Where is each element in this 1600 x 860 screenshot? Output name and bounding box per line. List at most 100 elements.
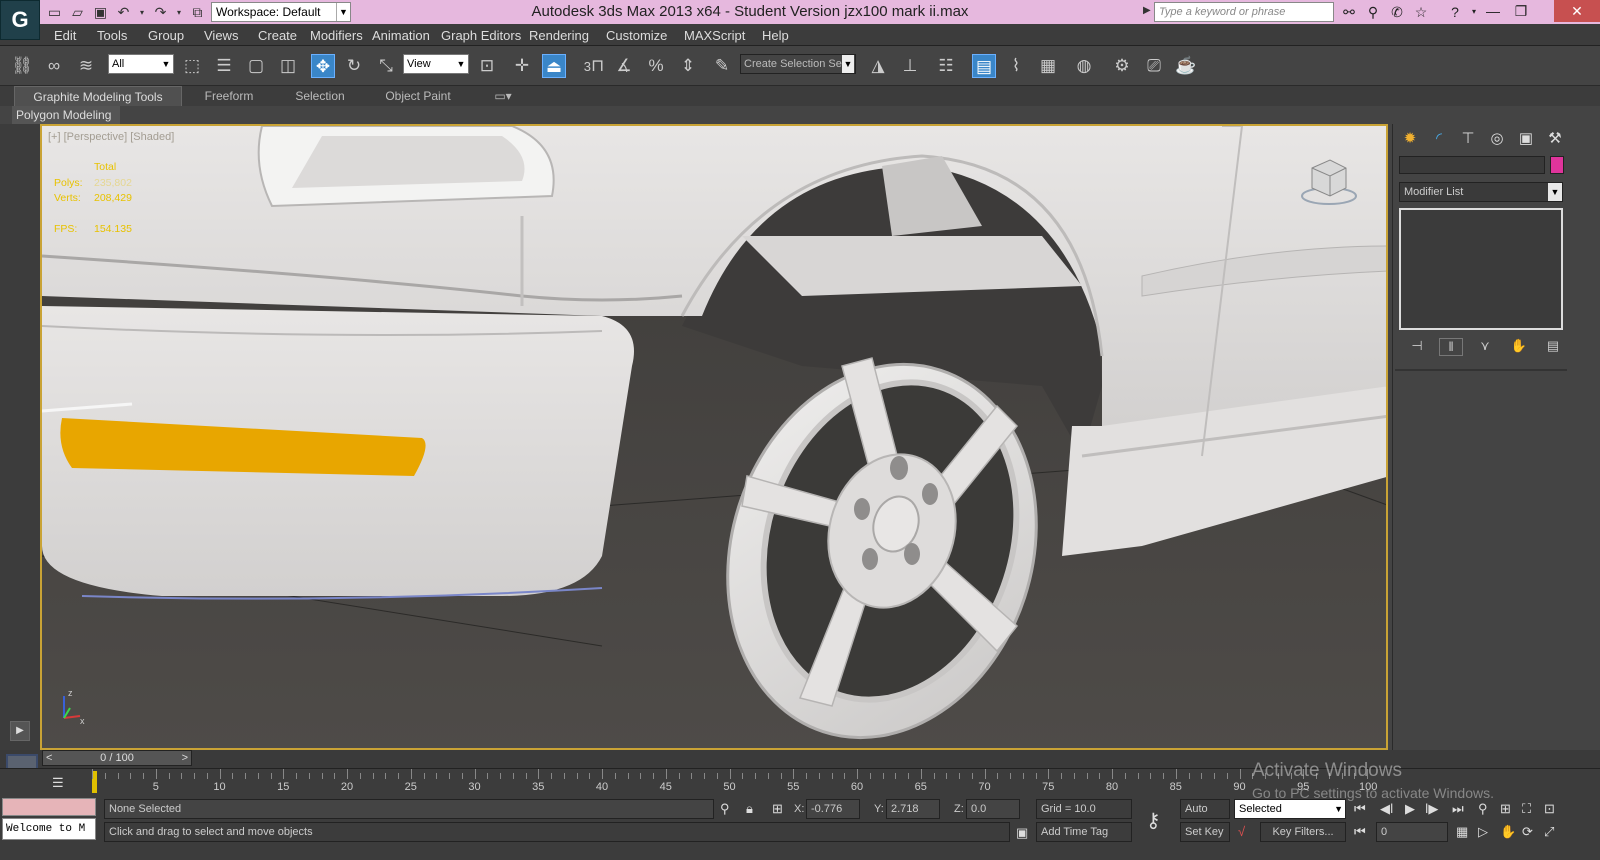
reference-coordinate-dropdown[interactable]: View ▼ — [403, 54, 469, 74]
next-frame-icon[interactable]: ǀ▶ — [1425, 801, 1438, 817]
binoculars-icon[interactable]: ⚯ — [1340, 3, 1358, 21]
render-setup-icon[interactable]: ⚙ — [1110, 54, 1134, 78]
pin-stack-icon[interactable]: ⊣ — [1405, 338, 1429, 356]
minimize-button[interactable]: — — [1478, 0, 1508, 22]
object-name-field[interactable] — [1399, 156, 1545, 174]
select-and-rotate-icon[interactable]: ↻ — [342, 54, 366, 78]
zoom-extents-icon[interactable]: ⛶ — [1522, 801, 1531, 817]
zoom-all-icon[interactable]: ⊞ — [1500, 801, 1511, 817]
zoom-icon[interactable]: ⚲ — [1478, 801, 1488, 817]
y-coordinate-field[interactable]: 2.718 — [886, 799, 940, 819]
x-coordinate-field[interactable]: -0.776 — [806, 799, 860, 819]
viewport-layout-toggle-icon[interactable]: ▶ — [10, 721, 30, 741]
undo-dropdown-icon[interactable]: ▾ — [138, 4, 146, 21]
selection-lock-icon[interactable]: 🔒︎ — [746, 801, 753, 817]
redo-icon[interactable]: ↷ — [152, 4, 169, 21]
app-menu-button[interactable]: G — [0, 0, 40, 40]
rendered-frame-window-icon[interactable]: ⎚ — [1142, 54, 1166, 78]
current-frame-field[interactable]: 0 — [1376, 822, 1448, 842]
favorites-star-icon[interactable]: ☆ — [1412, 3, 1430, 21]
subscription-icon[interactable]: ⚲ — [1364, 3, 1382, 21]
bind-space-warp-icon[interactable]: ≋ — [74, 54, 98, 78]
time-slider-prev-icon[interactable]: < — [46, 751, 52, 765]
menu-animation[interactable]: Animation — [372, 28, 430, 43]
help-dropdown-icon[interactable]: ▾ — [1470, 3, 1478, 21]
object-color-swatch[interactable] — [1550, 156, 1564, 174]
zoom-extents-all-icon[interactable]: ⊡ — [1544, 801, 1555, 817]
rectangular-selection-icon[interactable]: ▢ — [244, 54, 268, 78]
perspective-viewport[interactable]: [+] [Perspective] [Shaded] Total Polys: 2… — [40, 124, 1388, 750]
maxscript-mini-listener[interactable]: Welcome to M — [2, 818, 96, 840]
modify-tab-icon[interactable]: ◜ — [1428, 128, 1450, 150]
viewport-label-menu[interactable]: [+] [Perspective] [Shaded] — [48, 131, 174, 143]
modifier-list-dropdown[interactable]: Modifier List ▼ — [1399, 182, 1563, 202]
named-selection-set-dropdown[interactable]: Create Selection Se ▼ — [740, 54, 856, 74]
close-button[interactable]: ✕ — [1554, 0, 1600, 22]
project-folder-icon[interactable]: ⧉ — [189, 4, 206, 21]
link-icon[interactable]: ⛓ — [10, 54, 34, 78]
maximize-viewport-icon[interactable]: ⤢ — [1544, 824, 1554, 840]
schematic-view-icon[interactable]: ▦ — [1036, 54, 1060, 78]
go-to-end-icon[interactable]: ⏭ — [1452, 801, 1464, 817]
redo-dropdown-icon[interactable]: ▾ — [175, 4, 183, 21]
configure-modifier-sets-icon[interactable]: ▤ — [1541, 338, 1565, 356]
add-time-tag-button[interactable]: Add Time Tag — [1036, 822, 1132, 842]
key-filters-button[interactable]: Key Filters... — [1260, 822, 1346, 842]
tab-selection[interactable]: Selection — [280, 86, 360, 106]
mirror-icon[interactable]: ◮ — [866, 54, 890, 78]
new-file-icon[interactable]: ▭ — [46, 4, 63, 21]
keyboard-shortcut-override-icon[interactable]: ⏏ — [542, 54, 566, 78]
menu-graph-editors[interactable]: Graph Editors — [441, 28, 521, 43]
save-icon[interactable]: ▣ — [92, 4, 109, 21]
menu-help[interactable]: Help — [762, 28, 789, 43]
open-file-icon[interactable]: ▱ — [69, 4, 86, 21]
search-expand-icon[interactable]: ▶ — [1143, 5, 1151, 16]
create-tab-icon[interactable]: ✹ — [1399, 128, 1421, 150]
hierarchy-tab-icon[interactable]: ⊤ — [1457, 128, 1479, 150]
utilities-tab-icon[interactable]: ⚒ — [1544, 128, 1566, 150]
go-to-start-icon[interactable]: ⏮ — [1354, 801, 1366, 817]
select-object-icon[interactable]: ⬚ — [180, 54, 204, 78]
remove-modifier-icon[interactable]: ✋ — [1507, 338, 1531, 356]
polygon-modeling-panel[interactable]: Polygon Modeling — [12, 106, 120, 124]
tab-freeform[interactable]: Freeform — [190, 86, 268, 106]
tab-object-paint[interactable]: Object Paint — [372, 86, 464, 106]
isolate-selection-icon[interactable]: ⚲ — [720, 801, 730, 817]
absolute-mode-icon[interactable]: ⊞ — [772, 801, 783, 817]
menu-rendering[interactable]: Rendering — [529, 28, 589, 43]
make-unique-icon[interactable]: ⋎ — [1473, 338, 1497, 356]
layer-manager-icon[interactable]: ☷ — [934, 54, 958, 78]
spinner-snap-icon[interactable]: ⇕ — [676, 54, 700, 78]
restore-button[interactable]: ❐ — [1506, 0, 1536, 22]
set-key-button[interactable]: Set Key — [1180, 822, 1230, 842]
menu-modifiers[interactable]: Modifiers — [310, 28, 363, 43]
menu-group[interactable]: Group — [148, 28, 184, 43]
percent-snap-icon[interactable]: % — [644, 54, 668, 78]
show-end-result-icon[interactable]: ǁ — [1439, 338, 1463, 356]
auto-key-button[interactable]: Auto Key — [1180, 799, 1230, 833]
key-mode-dropdown[interactable]: Selected ▼ — [1234, 799, 1346, 819]
key-mode-toggle-icon[interactable]: ⏮ — [1354, 824, 1366, 840]
communication-icon[interactable]: ✆ — [1388, 3, 1406, 21]
tab-graphite-modeling-tools[interactable]: Graphite Modeling Tools — [14, 86, 182, 106]
unlink-icon[interactable]: ∞ — [42, 54, 66, 78]
field-of-view-icon[interactable]: ▷ — [1478, 824, 1488, 840]
z-coordinate-field[interactable]: 0.0 — [966, 799, 1020, 819]
help-icon[interactable]: ? — [1446, 3, 1464, 21]
maxscript-listener-output[interactable] — [2, 798, 96, 816]
previous-frame-icon[interactable]: ◀ǀ — [1380, 801, 1393, 817]
selection-filter-dropdown[interactable]: All ▼ — [108, 54, 174, 74]
menu-create[interactable]: Create — [258, 28, 297, 43]
orbit-icon[interactable]: ⟳ — [1522, 824, 1533, 840]
graphite-ribbon-toggle-icon[interactable]: ▤ — [972, 54, 996, 78]
menu-edit[interactable]: Edit — [54, 28, 76, 43]
menu-views[interactable]: Views — [204, 28, 238, 43]
search-input[interactable]: Type a keyword or phrase — [1154, 2, 1334, 22]
render-production-icon[interactable]: ☕ — [1174, 54, 1198, 78]
time-slider[interactable]: < 0 / 100 > — [42, 750, 192, 766]
curve-editor-icon[interactable]: ⌇ — [1004, 54, 1028, 78]
menu-tools[interactable]: Tools — [97, 28, 127, 43]
material-editor-icon[interactable]: ◍ — [1072, 54, 1096, 78]
time-configuration-icon[interactable]: ▦ — [1456, 824, 1468, 840]
modifier-stack[interactable] — [1399, 208, 1563, 330]
